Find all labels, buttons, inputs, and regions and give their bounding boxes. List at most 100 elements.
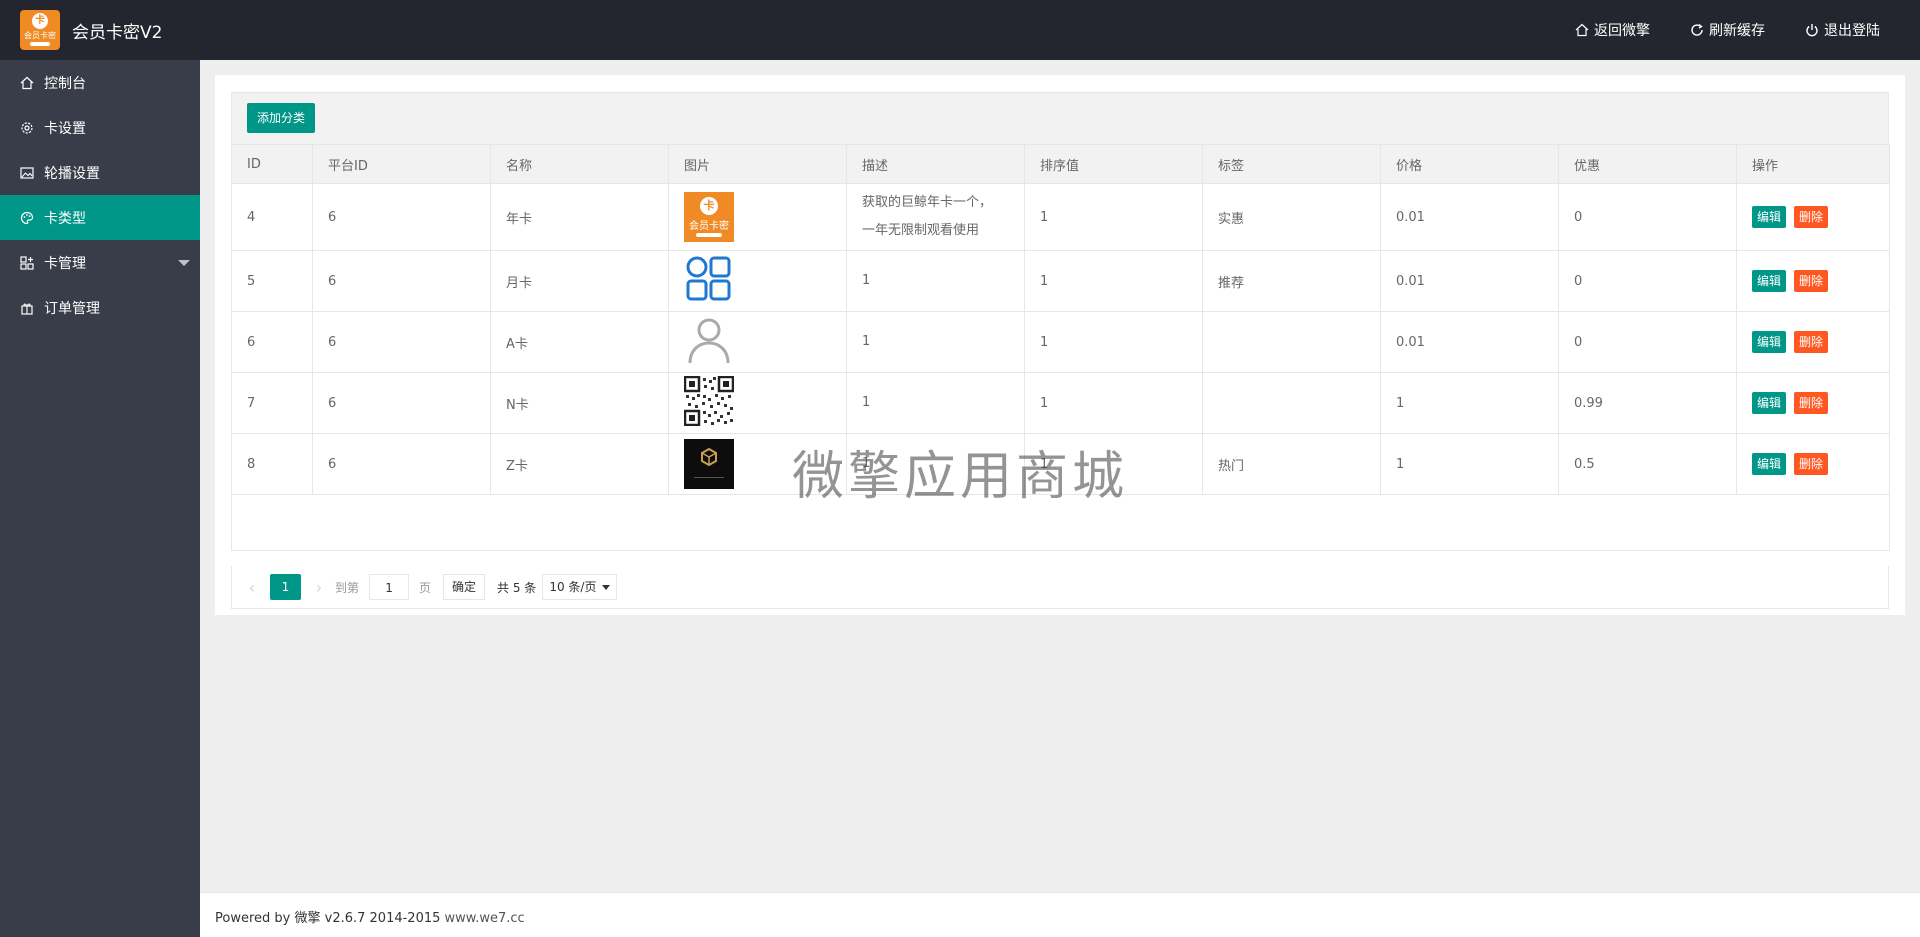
table-row: 4 6 年卡 卡 会员卡密 获取的巨鲸年卡一个， 一年无限制观看使用 1 实惠 …: [231, 183, 1890, 251]
cell-price: 0.01: [1380, 183, 1559, 251]
footer-site-link[interactable]: www.we7.cc: [445, 911, 525, 926]
col-header-name[interactable]: 名称: [490, 144, 669, 184]
top-menu: 返回微擎 刷新缓存 退出登陆: [1535, 0, 1880, 60]
cell-platform-id: 6: [312, 183, 491, 251]
col-header-tag[interactable]: 标签: [1202, 144, 1381, 184]
cell-image: 卡 会员卡密: [668, 183, 847, 251]
qr-code-icon[interactable]: [683, 375, 735, 427]
delete-button[interactable]: 删除: [1794, 270, 1829, 292]
cell-name: N卡: [490, 372, 669, 434]
sidebar-item-dashboard[interactable]: 控制台: [0, 60, 200, 105]
col-header-actions[interactable]: 操作: [1736, 144, 1890, 184]
description-line: 1: [862, 273, 871, 288]
main-content: 添加分类 ID 平台ID 名称 图片 描述 排序值 标签 价格 优惠 操作 4 …: [200, 60, 1920, 892]
cell-description: 1: [846, 250, 1025, 312]
table-header-row: ID 平台ID 名称 图片 描述 排序值 标签 价格 优惠 操作: [231, 144, 1890, 184]
add-category-button[interactable]: 添加分类: [247, 103, 316, 133]
col-header-price[interactable]: 价格: [1380, 144, 1559, 184]
page-size-select[interactable]: 10 条/页: [542, 574, 618, 600]
power-icon: [1806, 24, 1818, 37]
content-panel: 添加分类 ID 平台ID 名称 图片 描述 排序值 标签 价格 优惠 操作 4 …: [215, 75, 1905, 615]
goto-confirm-button[interactable]: 确定: [443, 574, 486, 600]
cell-name: 年卡: [490, 183, 669, 251]
app-title: 会员卡密V2: [72, 22, 163, 43]
chevron-down-icon: [178, 260, 190, 266]
edit-button[interactable]: 编辑: [1752, 331, 1787, 353]
cell-discount: 0: [1558, 183, 1737, 251]
card-logo-thumbnail[interactable]: 卡 会员卡密: [684, 192, 734, 242]
cell-description: 获取的巨鲸年卡一个， 一年无限制观看使用: [846, 183, 1025, 251]
cell-image: [668, 372, 847, 434]
sidebar-item-carousel-settings[interactable]: 轮播设置: [0, 150, 200, 195]
description-line: 1: [862, 456, 871, 471]
col-header-id[interactable]: ID: [231, 144, 313, 184]
cell-sort: 1: [1024, 311, 1203, 373]
goto-page-input[interactable]: 1: [369, 574, 410, 600]
refresh-icon: [1691, 23, 1703, 36]
home-icon: [1575, 23, 1589, 37]
delete-button[interactable]: 删除: [1794, 206, 1829, 228]
edit-button[interactable]: 编辑: [1752, 270, 1787, 292]
logo-bar: [30, 42, 50, 46]
cell-description: 1: [846, 311, 1025, 373]
logo-coin-glyph: 卡: [32, 13, 48, 29]
pagination-bar: ‹ 1 › 到第 1 页 确定 共 5 条 10 条/页: [231, 566, 1889, 609]
sidebar-item-label: 轮播设置: [44, 165, 100, 182]
prev-page-button[interactable]: ‹: [242, 578, 262, 597]
table-row: 8 6 Z卡 1 1 热门 1 0.5 编辑 删除: [231, 433, 1890, 495]
pagination: ‹ 1 › 到第 1 页 确定 共 5 条 10 条/页: [242, 573, 618, 601]
cell-price: 1: [1380, 372, 1559, 434]
description-line: 一年无限制观看使用: [862, 223, 980, 238]
delete-button[interactable]: 删除: [1794, 453, 1829, 475]
delete-button[interactable]: 删除: [1794, 392, 1829, 414]
footer: Powered by 微擎 v2.6.7 2014-2015 www.we7.c…: [200, 892, 1920, 937]
cell-image: [668, 250, 847, 312]
delete-button[interactable]: 删除: [1794, 331, 1829, 353]
footer-brand-link[interactable]: 微擎: [294, 911, 320, 926]
cell-id: 8: [231, 433, 313, 495]
cell-actions: 编辑 删除: [1736, 311, 1890, 373]
chevron-down-icon: [602, 584, 611, 590]
edit-button[interactable]: 编辑: [1752, 392, 1787, 414]
description-line: 1: [862, 334, 871, 349]
logout-label: 退出登陆: [1824, 23, 1880, 39]
cell-image: [668, 433, 847, 495]
cell-tag: 推荐: [1202, 250, 1381, 312]
sidebar-item-order-management[interactable]: 订单管理: [0, 285, 200, 330]
logo-text: 会员卡密: [689, 221, 729, 232]
next-page-button[interactable]: ›: [309, 578, 329, 597]
footer-powered: Powered by: [215, 911, 295, 926]
cube-logo-icon: [701, 447, 717, 467]
col-header-description[interactable]: 描述: [846, 144, 1025, 184]
table-row: 7 6 N卡 1 1 1 0.99 编辑 删除: [231, 372, 1890, 434]
sidebar-item-card-types[interactable]: 卡类型: [0, 195, 200, 240]
sidebar-item-label: 控制台: [44, 75, 86, 92]
cell-description: 1: [846, 372, 1025, 434]
top-header: 卡 会员卡密 会员卡密V2 返回微擎 刷新缓存 退出登陆: [0, 0, 1920, 60]
black-logo-thumbnail[interactable]: [684, 439, 734, 489]
col-header-discount[interactable]: 优惠: [1558, 144, 1737, 184]
sidebar-item-card-management[interactable]: 卡管理: [0, 240, 200, 285]
goto-label: 到第: [335, 580, 360, 595]
sidebar-item-card-settings[interactable]: 卡设置: [0, 105, 200, 150]
refresh-cache-link[interactable]: 刷新缓存: [1690, 20, 1765, 40]
current-page-button[interactable]: 1: [270, 574, 301, 600]
logout-link[interactable]: 退出登陆: [1805, 20, 1880, 40]
col-header-image[interactable]: 图片: [668, 144, 847, 184]
user-icon[interactable]: [684, 315, 734, 365]
col-header-platform-id[interactable]: 平台ID: [312, 144, 491, 184]
logo-text: 会员卡密: [24, 31, 56, 40]
app-brand[interactable]: 卡 会员卡密 会员卡密V2: [20, 10, 162, 50]
cell-discount: 0: [1558, 250, 1737, 312]
return-weiqing-link[interactable]: 返回微擎: [1575, 20, 1650, 40]
cell-tag: [1202, 372, 1381, 434]
cell-discount: 0: [1558, 311, 1737, 373]
page-unit-label: 页: [419, 580, 432, 595]
grid-icon[interactable]: [684, 254, 734, 304]
cell-name: 月卡: [490, 250, 669, 312]
palette-icon: [20, 211, 34, 224]
col-header-sort[interactable]: 排序值: [1024, 144, 1203, 184]
edit-button[interactable]: 编辑: [1752, 206, 1787, 228]
edit-button[interactable]: 编辑: [1752, 453, 1787, 475]
card-type-table: ID 平台ID 名称 图片 描述 排序值 标签 价格 优惠 操作 4 6 年卡: [231, 144, 1890, 551]
